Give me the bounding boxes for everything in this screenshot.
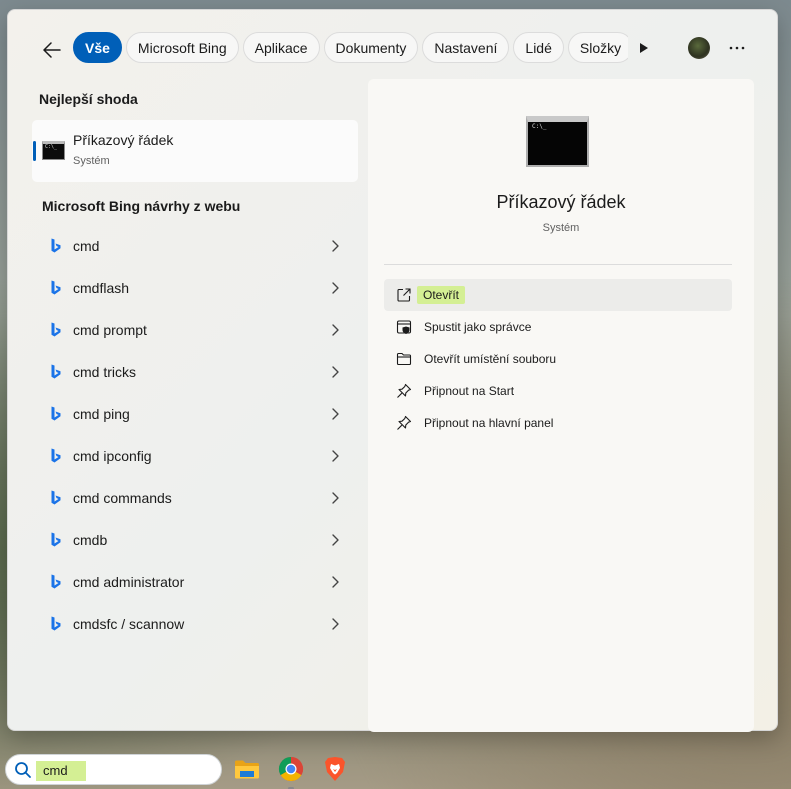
open-action[interactable]: Otevřít	[384, 279, 732, 311]
open-file-location-action[interactable]: Otevřít umístění souboru	[384, 343, 732, 375]
shield-admin-icon	[396, 320, 412, 334]
web-suggestions-heading: Microsoft Bing návrhy z webu	[42, 198, 241, 214]
taskbar: cmd	[0, 744, 791, 789]
chevron-right-icon	[332, 450, 339, 462]
action-label: Připnout na hlavní panel	[424, 416, 554, 430]
chevron-right-icon	[332, 492, 339, 504]
web-suggestion-item[interactable]: cmd commands	[32, 477, 358, 519]
arrow-left-icon	[43, 42, 61, 58]
bing-icon	[51, 532, 61, 547]
user-avatar[interactable]	[688, 37, 710, 59]
suggestion-label: cmd commands	[73, 490, 172, 506]
back-button[interactable]	[38, 36, 66, 64]
folder-icon	[396, 352, 412, 366]
suggestion-label: cmdflash	[73, 280, 130, 296]
suggestion-label: cmdb	[73, 532, 108, 548]
bing-icon	[51, 574, 61, 589]
web-suggestion-item[interactable]: cmdsfc / scannow	[32, 603, 358, 645]
action-label: Připnout na Start	[424, 384, 515, 398]
web-suggestions-list: cmd cmdflash cmd prompt cmd tricks cmd ping c…	[32, 225, 358, 645]
detail-pane: C:\_ Příkazový řádek Systém Otevřít Spus…	[368, 79, 754, 732]
brave-icon[interactable]	[322, 756, 348, 782]
tab-settings[interactable]: Nastavení	[422, 32, 510, 63]
action-label: Otevřít	[417, 286, 466, 304]
chevron-right-icon	[332, 282, 339, 294]
pin-icon	[397, 383, 412, 398]
web-suggestion-item[interactable]: cmd tricks	[32, 351, 358, 393]
filter-tabs: Vše Microsoft Bing Aplikace Dokumenty Na…	[73, 32, 628, 64]
tab-folders[interactable]: Složky	[567, 32, 628, 63]
chevron-right-icon	[332, 576, 339, 588]
suggestion-label: cmd	[73, 238, 100, 254]
divider	[384, 264, 732, 265]
pin-to-start-action[interactable]: Připnout na Start	[384, 375, 732, 407]
search-icon	[15, 762, 31, 778]
bing-icon	[51, 406, 61, 421]
command-prompt-icon: C:\_	[42, 141, 65, 160]
chevron-right-icon	[332, 534, 339, 546]
suggestion-label: cmd administrator	[73, 574, 185, 590]
play-right-icon	[640, 43, 648, 53]
tab-all[interactable]: Vše	[73, 32, 122, 63]
open-external-icon	[397, 288, 411, 302]
bing-icon	[51, 280, 61, 295]
suggestion-label: cmd ipconfig	[73, 448, 152, 464]
web-suggestion-item[interactable]: cmdflash	[32, 267, 358, 309]
pin-icon	[397, 415, 412, 430]
run-as-admin-action[interactable]: Spustit jako správce	[384, 311, 732, 343]
bing-icon	[51, 616, 61, 631]
chevron-right-icon	[332, 618, 339, 630]
best-match-subtitle: Systém	[73, 155, 110, 167]
suggestion-label: cmd prompt	[73, 322, 147, 338]
tab-people[interactable]: Lidé	[513, 32, 564, 63]
action-label: Otevřít umístění souboru	[424, 352, 557, 366]
chevron-right-icon	[332, 240, 339, 252]
suggestion-label: cmdsfc / scannow	[73, 616, 185, 632]
chevron-right-icon	[332, 408, 339, 420]
taskbar-search-box[interactable]: cmd	[5, 754, 222, 785]
tabs-scroll-right-button[interactable]	[636, 40, 652, 56]
bing-icon	[51, 448, 61, 463]
web-suggestion-item[interactable]: cmd administrator	[32, 561, 358, 603]
action-label: Spustit jako správce	[424, 320, 532, 334]
more-horizontal-icon	[729, 46, 745, 50]
bing-icon	[51, 490, 61, 505]
web-suggestion-item[interactable]: cmd	[32, 225, 358, 267]
chevron-right-icon	[332, 324, 339, 336]
detail-title: Příkazový řádek	[496, 192, 626, 212]
best-match-title: Příkazový řádek	[73, 132, 174, 148]
bing-icon	[51, 364, 61, 379]
suggestion-label: cmd ping	[73, 406, 130, 422]
search-panel: Vše Microsoft Bing Aplikace Dokumenty Na…	[7, 9, 778, 732]
chevron-right-icon	[332, 366, 339, 378]
tab-documents[interactable]: Dokumenty	[323, 32, 419, 63]
bing-icon	[51, 238, 61, 253]
filter-bar: Vše Microsoft Bing Aplikace Dokumenty Na…	[8, 32, 777, 66]
command-prompt-icon: C:\_	[526, 116, 589, 167]
suggestion-label: cmd tricks	[73, 364, 136, 380]
best-match-item[interactable]: C:\_ Příkazový řádek Systém	[32, 120, 358, 182]
web-suggestion-item[interactable]: cmd prompt	[32, 309, 358, 351]
search-input[interactable]: cmd	[36, 761, 86, 781]
action-list: Otevřít Spustit jako správce Otevřít umí…	[384, 279, 732, 439]
tab-apps[interactable]: Aplikace	[242, 32, 320, 63]
pin-to-taskbar-action[interactable]: Připnout na hlavní panel	[384, 407, 732, 439]
bing-icon	[51, 322, 61, 337]
web-suggestion-item[interactable]: cmd ping	[32, 393, 358, 435]
chrome-icon[interactable]	[278, 756, 304, 789]
tab-microsoft-bing[interactable]: Microsoft Bing	[125, 32, 239, 63]
best-match-heading: Nejlepší shoda	[39, 91, 138, 107]
selection-indicator	[33, 141, 36, 161]
web-suggestion-item[interactable]: cmd ipconfig	[32, 435, 358, 477]
more-options-button[interactable]	[724, 35, 750, 61]
web-suggestion-item[interactable]: cmdb	[32, 519, 358, 561]
file-explorer-icon[interactable]	[234, 756, 260, 782]
detail-subtitle: Systém	[542, 222, 580, 234]
